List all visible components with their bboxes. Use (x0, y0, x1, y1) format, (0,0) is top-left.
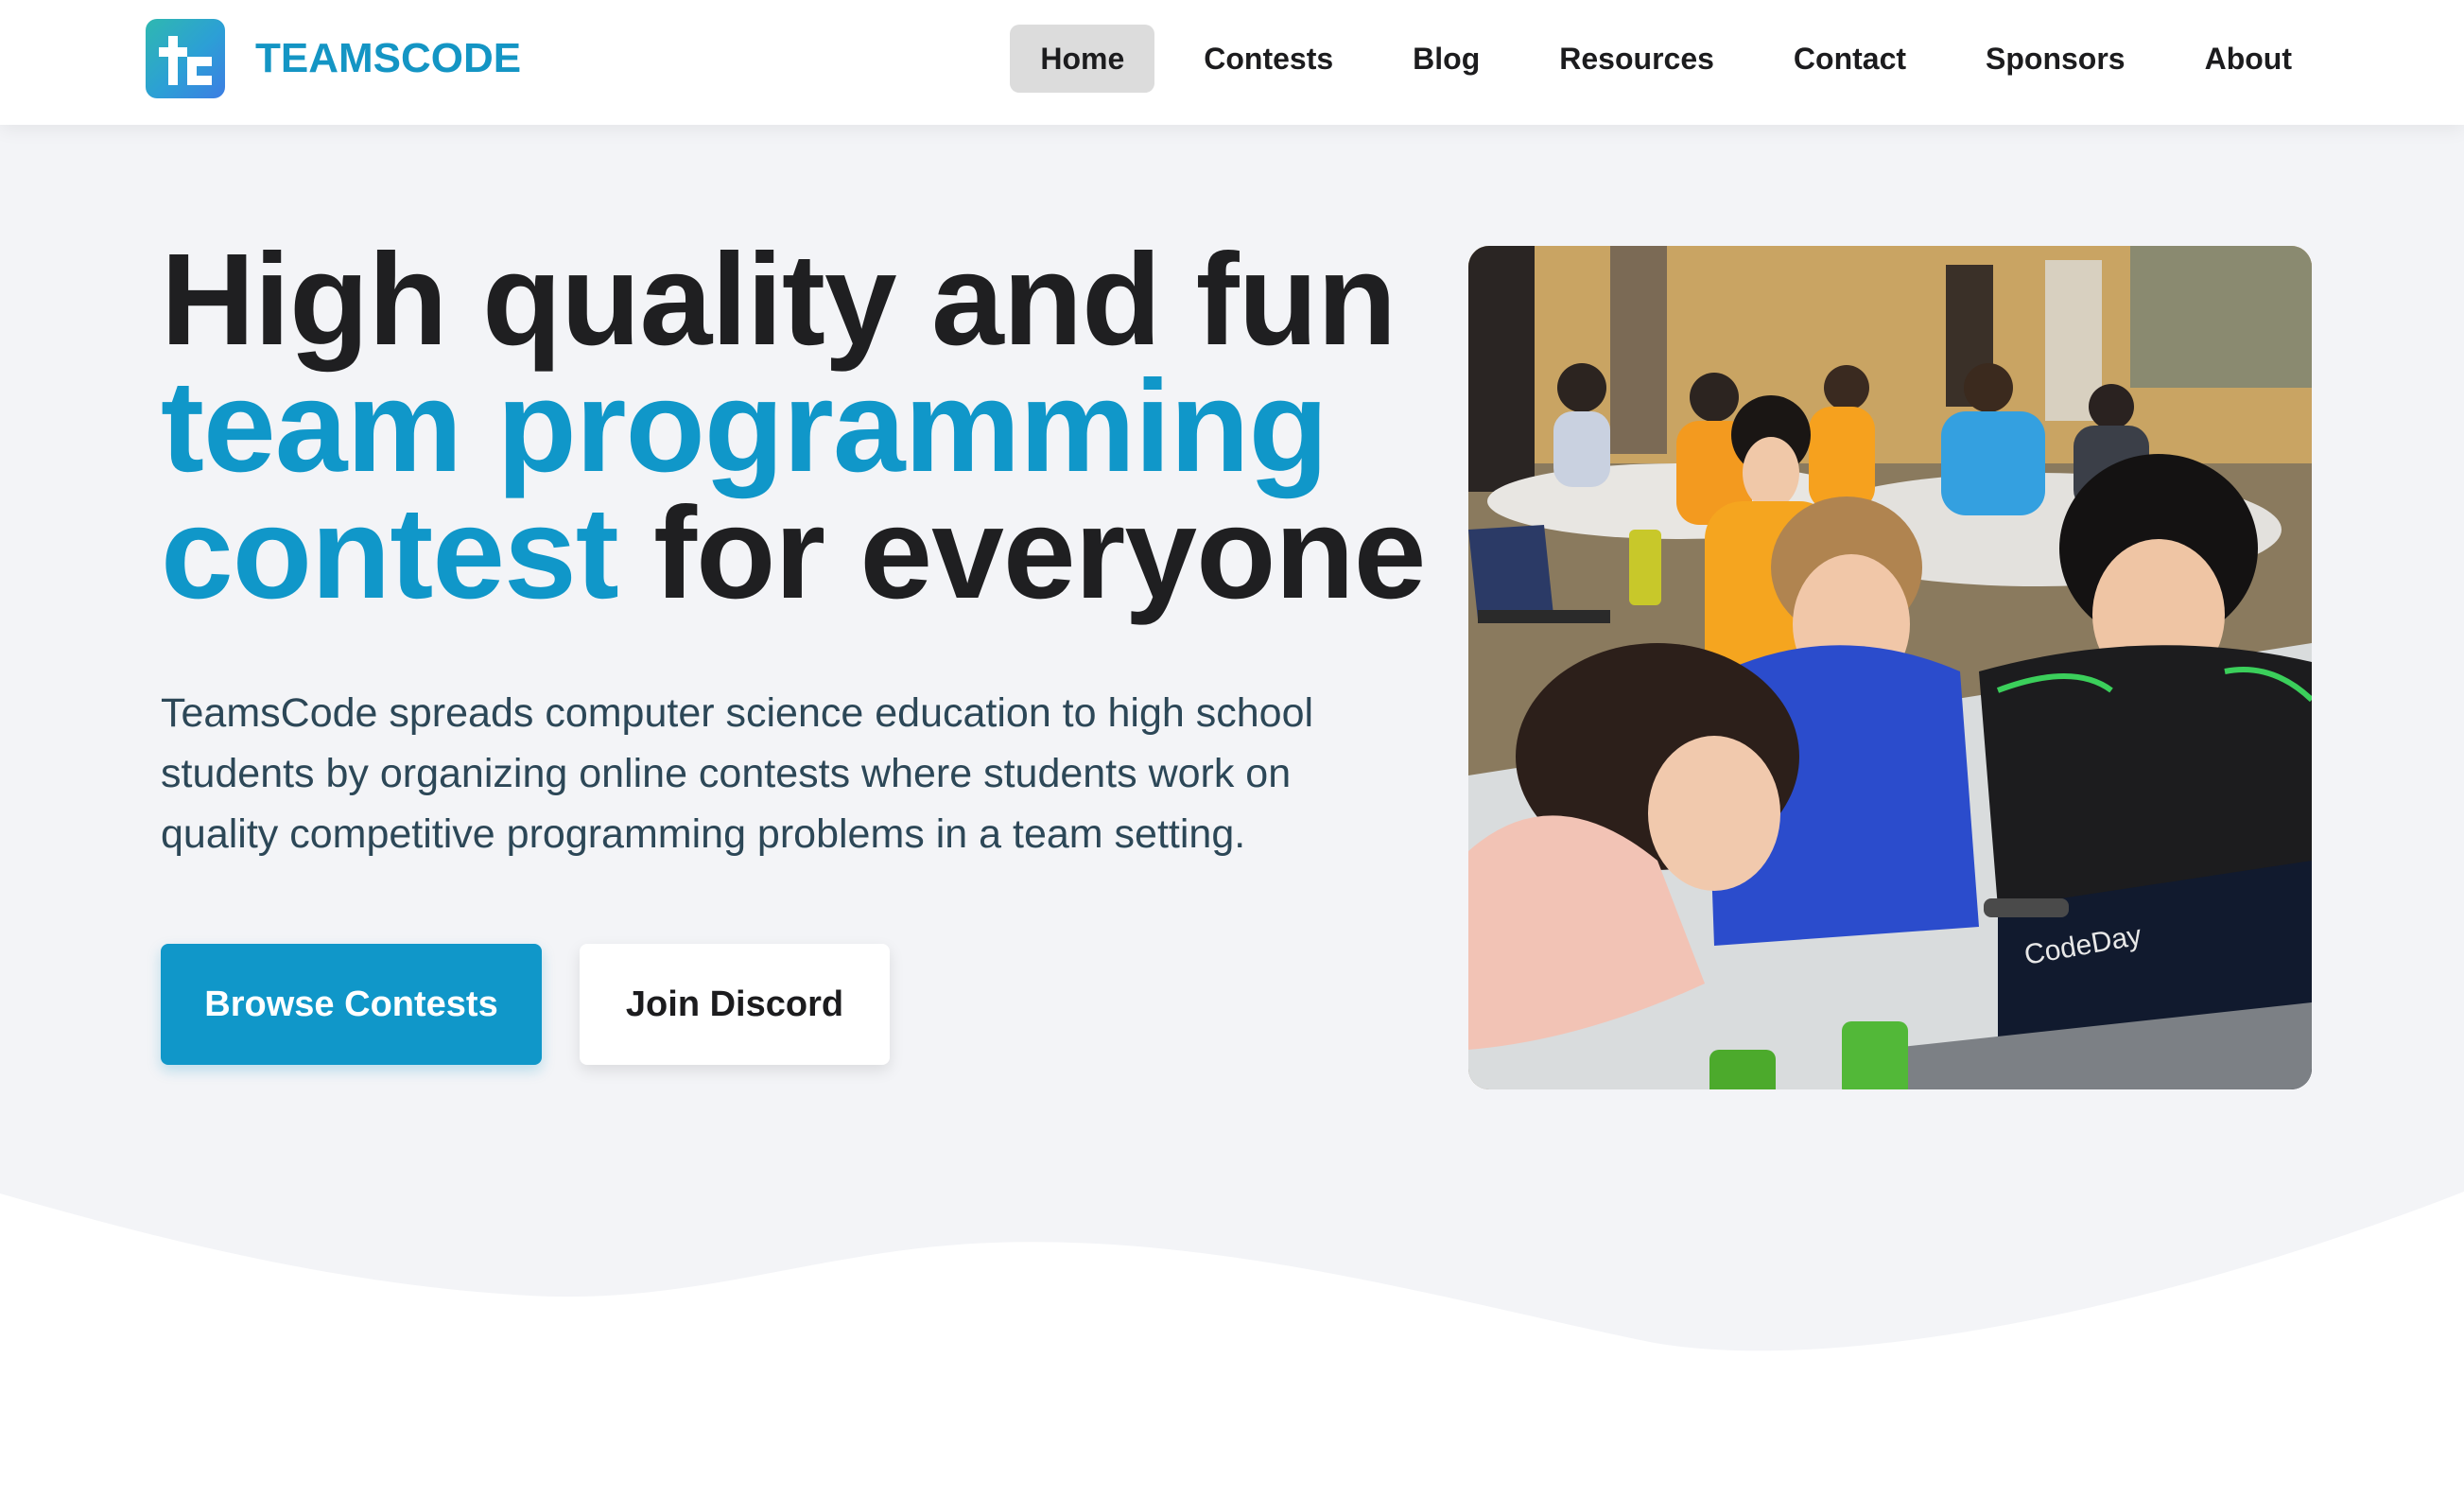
browse-contests-button[interactable]: Browse Contests (161, 944, 542, 1065)
section-wave-divider (0, 1192, 2464, 1498)
hero-description: TeamsCode spreads computer science educa… (161, 690, 1314, 857)
join-discord-button[interactable]: Join Discord (580, 944, 890, 1065)
nav-resources[interactable]: Resources (1529, 25, 1744, 93)
nav-contact[interactable]: Contact (1763, 25, 1936, 93)
nav-sponsors[interactable]: Sponsors (1955, 25, 2156, 93)
headline-line-2: team programming (161, 354, 1328, 499)
teamscode-logo-icon (146, 19, 225, 98)
site-header: TEAMSCODE Home Contests Blog Resources C… (0, 0, 2464, 125)
nav-blog[interactable]: Blog (1382, 25, 1510, 93)
brand-link[interactable]: TEAMSCODE (146, 19, 521, 98)
headline-line-3-rest: for everyone (617, 480, 1426, 626)
hero-photo: CodeDay (1468, 246, 2312, 1089)
hero-headline: High quality and fun team programming co… (161, 235, 1447, 618)
nav-contests[interactable]: Contests (1173, 25, 1363, 93)
nav-home[interactable]: Home (1010, 25, 1155, 93)
headline-line-1: High quality and fun (161, 227, 1397, 373)
headline-highlight: contest (161, 480, 619, 626)
nav-about[interactable]: About (2175, 25, 2322, 93)
brand-name: TEAMSCODE (255, 35, 522, 81)
main-nav: Home Contests Blog Resources Contact Spo… (1010, 25, 2322, 93)
